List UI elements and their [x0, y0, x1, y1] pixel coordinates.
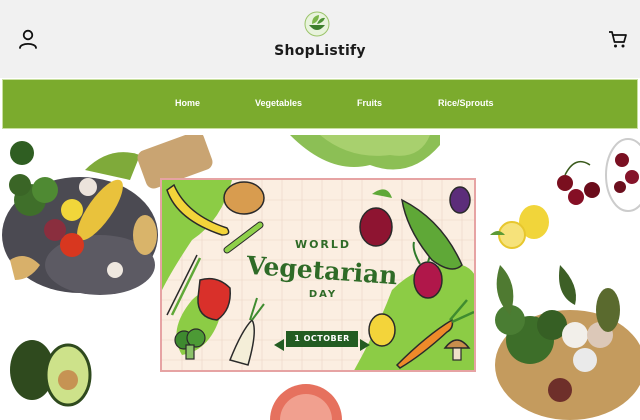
banner-date-badge: 1 OCTOBER: [286, 331, 358, 347]
brand-logo[interactable]: [303, 10, 331, 38]
leaf-bowl-icon: [304, 11, 330, 37]
site-header: ShopListify: [0, 0, 640, 78]
world-vegetarian-day-banner[interactable]: WORLD Vegetarian DAY 1 OCTOBER: [160, 178, 476, 372]
nav-item-rice-sprouts[interactable]: Rice/Sprouts: [438, 98, 494, 108]
main-navigation: Home Vegetables Fruits Rice/Sprouts: [2, 79, 638, 129]
cart-icon: [609, 31, 627, 48]
nav-item-home[interactable]: Home: [175, 98, 200, 108]
cart-button[interactable]: [607, 28, 629, 50]
banner-title-day: DAY: [308, 289, 338, 300]
brand-name[interactable]: ShopListify: [0, 43, 640, 59]
banner-title-world: WORLD: [294, 238, 352, 251]
nav-item-vegetables[interactable]: Vegetables: [255, 98, 302, 108]
nav-item-fruits[interactable]: Fruits: [357, 98, 382, 108]
